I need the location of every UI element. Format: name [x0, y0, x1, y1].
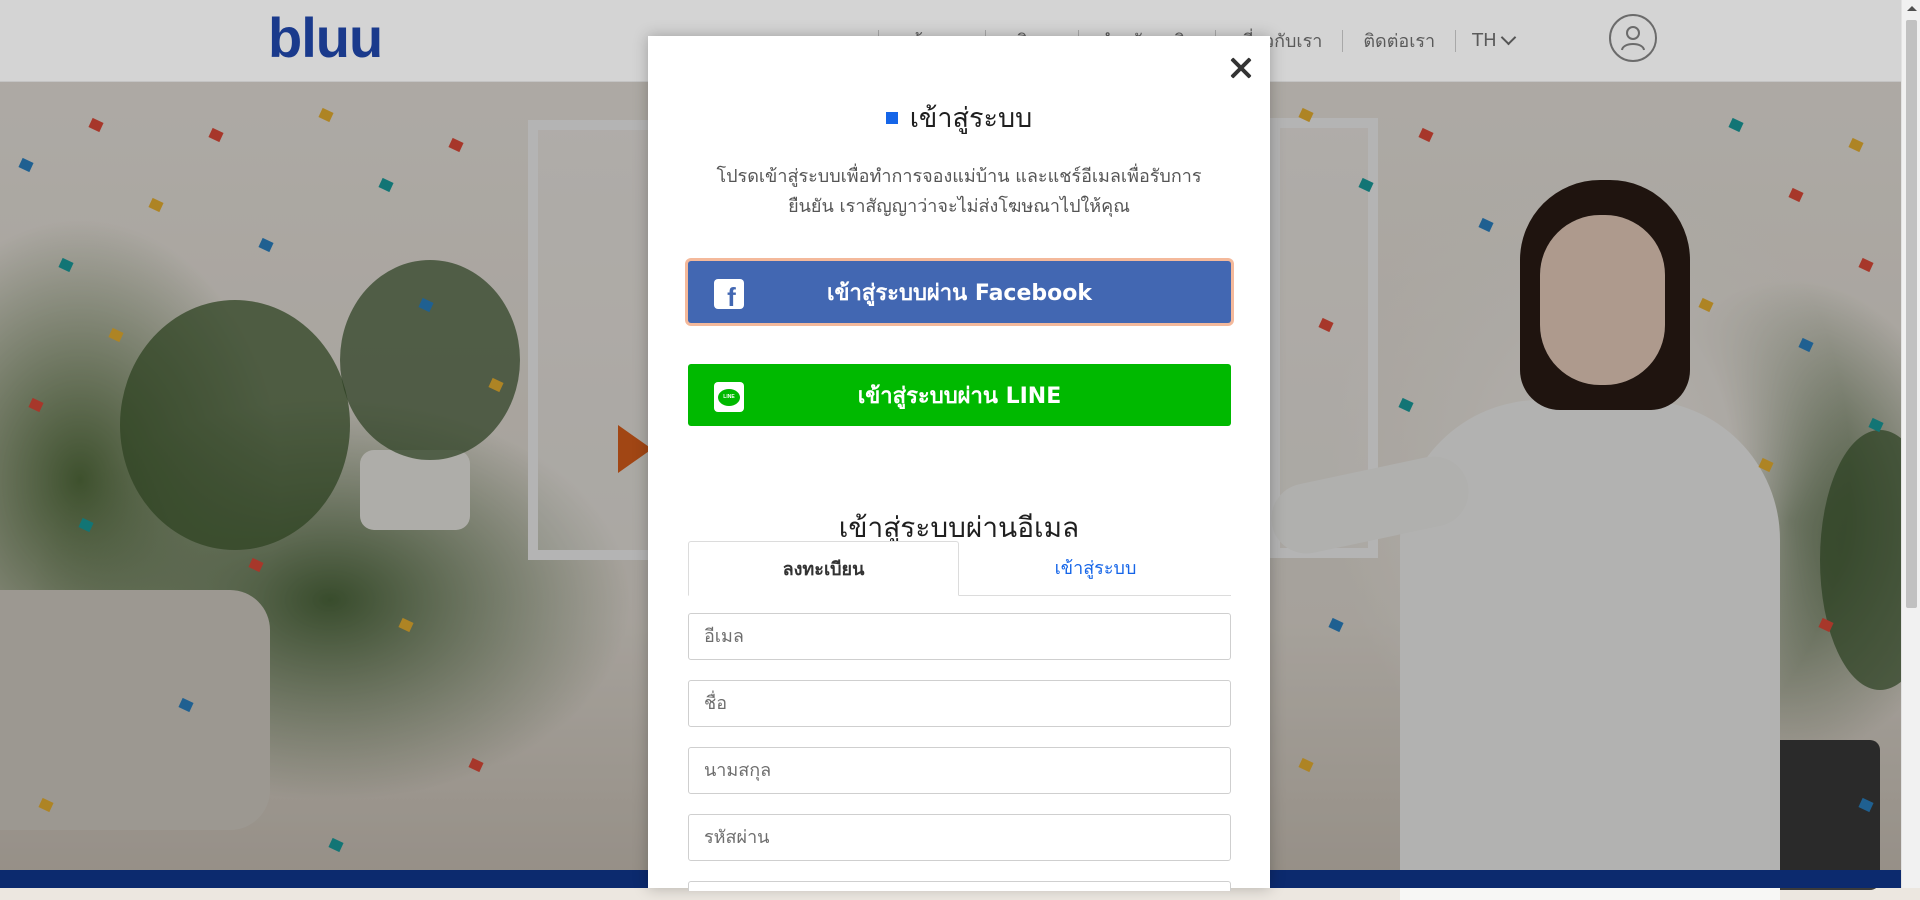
line-icon-text: LINE	[718, 388, 740, 406]
language-label: TH	[1472, 30, 1497, 51]
login-modal: เข้าสู่ระบบ โปรดเข้าสู่ระบบเพื่อทำการจอง…	[648, 36, 1270, 891]
auth-tabs: ลงทะเบียน เข้าสู่ระบบ	[688, 541, 1231, 596]
nav-item-contact[interactable]: ติดต่อเรา	[1343, 26, 1455, 55]
email-field[interactable]	[688, 613, 1231, 660]
last-name-field[interactable]	[688, 747, 1231, 794]
chevron-down-icon	[1500, 29, 1516, 46]
close-icon[interactable]	[1226, 53, 1256, 83]
first-name-field[interactable]	[688, 680, 1231, 727]
line-icon: LINE	[714, 382, 744, 412]
site-logo[interactable]: bluu	[268, 6, 383, 70]
password-field[interactable]	[688, 814, 1231, 861]
modal-description: โปรดเข้าสู่ระบบเพื่อทำการจองแม่บ้าน และแ…	[716, 166, 1202, 217]
page-scrollbar[interactable]	[1901, 0, 1920, 888]
facebook-login-button[interactable]: f เข้าสู่ระบบผ่าน Facebook	[688, 261, 1231, 323]
confirm-field-partial[interactable]	[688, 881, 1231, 891]
modal-title-text: เข้าสู่ระบบ	[909, 103, 1033, 134]
language-selector[interactable]: TH	[1456, 29, 1530, 51]
facebook-login-label: เข้าสู่ระบบผ่าน Facebook	[827, 280, 1092, 306]
user-account-button[interactable]	[1609, 14, 1657, 62]
title-bullet-icon	[885, 111, 898, 124]
line-login-button[interactable]: LINE เข้าสู่ระบบผ่าน LINE	[688, 364, 1231, 426]
scroll-up-icon[interactable]	[1907, 6, 1917, 11]
tab-login[interactable]: เข้าสู่ระบบ	[960, 541, 1231, 594]
modal-title: เข้าสู่ระบบ	[648, 96, 1270, 139]
line-login-label: เข้าสู่ระบบผ่าน LINE	[857, 383, 1062, 409]
user-icon	[1621, 26, 1645, 51]
scroll-thumb[interactable]	[1906, 20, 1917, 608]
facebook-icon: f	[714, 279, 744, 312]
tab-register[interactable]: ลงทะเบียน	[688, 541, 959, 596]
